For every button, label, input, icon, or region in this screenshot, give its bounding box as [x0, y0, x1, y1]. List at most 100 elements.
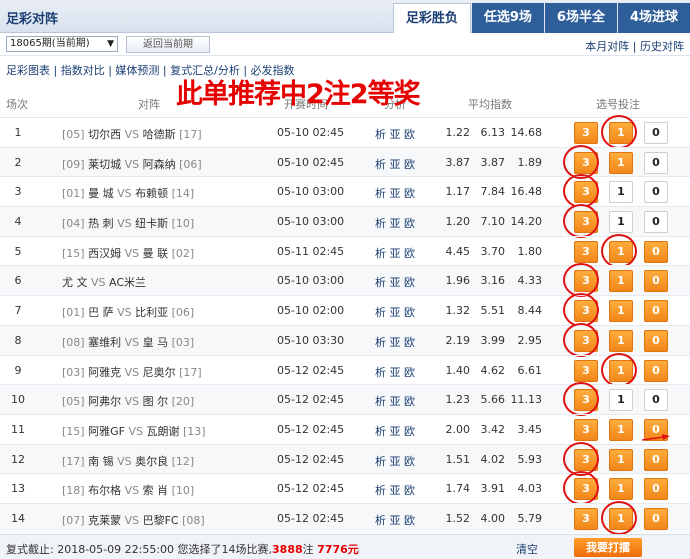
match-number: 2	[14, 155, 22, 169]
pick-loss-button[interactable]: 0	[644, 122, 668, 144]
subnav-chart-link[interactable]: 足彩图表	[6, 64, 50, 77]
pick-draw-button[interactable]: 1	[609, 151, 633, 174]
home-team[interactable]: 巴 萨	[88, 306, 114, 319]
analysis-links[interactable]: 析 亚 欧	[375, 156, 415, 172]
pick-loss-button[interactable]: 0	[644, 270, 668, 293]
home-team[interactable]: 塞维利	[88, 336, 121, 349]
pick-win-button[interactable]: 3	[574, 418, 598, 441]
analysis-links[interactable]: 析 亚 欧	[375, 245, 415, 261]
pick-loss-button[interactable]: 0	[644, 181, 668, 204]
pick-win-button[interactable]: 3	[574, 240, 598, 263]
match-teams: [15] 阿雅GF VS 瓦朗谢 [13]	[62, 423, 222, 439]
analysis-links[interactable]: 析 亚 欧	[375, 304, 415, 320]
subnav-odds-compare-link[interactable]: 指数对比	[61, 64, 105, 77]
buy-button[interactable]: 我要打擂	[574, 538, 642, 557]
subnav-media-forecast-link[interactable]: 媒体预测	[115, 64, 159, 77]
analysis-links[interactable]: 析 亚 欧	[375, 453, 415, 469]
analysis-links[interactable]: 析 亚 欧	[375, 185, 415, 201]
away-team[interactable]: 奥尔良	[135, 455, 168, 468]
away-team[interactable]: 布赖顿	[135, 187, 168, 200]
away-team[interactable]: 纽卡斯	[135, 217, 168, 230]
tab-6changbanquan[interactable]: 6场半全	[544, 3, 617, 33]
odds-win: 1.23	[445, 393, 471, 407]
pick-loss-button[interactable]: 0	[644, 448, 668, 471]
home-team[interactable]: 热 刺	[88, 217, 114, 230]
pick-draw-button[interactable]: 1	[609, 478, 633, 501]
month-matches-link[interactable]: 本月对阵	[585, 40, 629, 53]
pick-win-button[interactable]: 3	[574, 507, 598, 530]
analysis-links[interactable]: 析 亚 欧	[375, 512, 415, 528]
away-team[interactable]: 哈德斯	[143, 128, 176, 141]
pick-draw-button[interactable]: 1	[609, 300, 633, 323]
pick-draw-button[interactable]: 1	[609, 418, 633, 441]
pick-loss-button[interactable]: 0	[644, 240, 668, 263]
away-team[interactable]: 曼 联	[143, 247, 169, 260]
highlight-circle	[601, 115, 637, 149]
match-teams: [04] 热 刺 VS 纽卡斯 [10]	[62, 215, 222, 231]
away-team[interactable]: 巴黎FC	[143, 514, 179, 527]
pick-draw-button[interactable]: 1	[609, 389, 633, 412]
odds-draw: 7.10	[480, 215, 506, 229]
away-team[interactable]: AC米兰	[109, 276, 146, 289]
analysis-links[interactable]: 析 亚 欧	[375, 215, 415, 231]
home-team[interactable]: 阿雅克	[88, 366, 121, 379]
away-team[interactable]: 皇 马	[143, 336, 169, 349]
home-team[interactable]: 曼 城	[88, 187, 114, 200]
pick-win-button[interactable]: 3	[574, 122, 598, 144]
tab-4changjinqiu[interactable]: 4场进球	[617, 3, 690, 33]
table-row: 9 [03] 阿雅克 VS 尼奥尔 [17] 05-12 02:45 析 亚 欧…	[0, 352, 690, 387]
away-team[interactable]: 比利亚	[135, 306, 168, 319]
home-team[interactable]: 南 锡	[88, 455, 114, 468]
away-team[interactable]: 尼奥尔	[143, 366, 176, 379]
footer-bar: 复式截止: 2018-05-09 22:55:00 您选择了14场比赛,3888…	[0, 534, 690, 559]
history-matches-link[interactable]: 历史对阵	[640, 40, 684, 53]
back-to-current-button[interactable]: 返回当前期	[126, 36, 210, 53]
analysis-links[interactable]: 析 亚 欧	[375, 482, 415, 498]
away-team[interactable]: 索 肖	[143, 484, 169, 497]
odds-loss: 5.93	[517, 452, 543, 466]
analysis-links[interactable]: 析 亚 欧	[375, 393, 415, 409]
analysis-links[interactable]: 析 亚 欧	[375, 364, 415, 380]
pick-loss-button[interactable]: 0	[644, 359, 668, 382]
home-team[interactable]: 布尔格	[88, 484, 121, 497]
home-team[interactable]: 尤 文	[62, 276, 88, 289]
home-team[interactable]: 阿弗尔	[88, 395, 121, 408]
pick-loss-button[interactable]: 0	[644, 151, 668, 174]
home-team[interactable]: 阿雅GF	[88, 425, 125, 438]
pick-loss-button[interactable]: 0	[644, 329, 668, 352]
kickoff-time: 05-12 02:45	[277, 482, 345, 496]
home-team[interactable]: 切尔西	[88, 128, 121, 141]
analysis-links[interactable]: 析 亚 欧	[375, 274, 415, 290]
home-team[interactable]: 莱切城	[88, 158, 121, 171]
away-team[interactable]: 阿森纳	[143, 158, 176, 171]
pick-draw-button[interactable]: 1	[609, 181, 633, 204]
analysis-links[interactable]: 析 亚 欧	[375, 423, 415, 439]
away-team[interactable]: 瓦朗谢	[146, 425, 179, 438]
match-teams: [08] 塞维利 VS 皇 马 [03]	[62, 334, 222, 350]
odds-loss: 3.45	[517, 422, 543, 436]
pick-draw-button[interactable]: 1	[609, 270, 633, 293]
away-team[interactable]: 图 尔	[143, 395, 169, 408]
pick-draw-button[interactable]: 1	[609, 448, 633, 471]
analysis-links[interactable]: 析 亚 欧	[375, 126, 415, 142]
bet-unit: 注	[302, 543, 314, 556]
analysis-links[interactable]: 析 亚 欧	[375, 334, 415, 350]
home-team[interactable]: 克莱蒙	[88, 514, 121, 527]
period-select[interactable]: 18065期(当前期) ▼	[6, 36, 118, 52]
pick-loss-button[interactable]: 0	[644, 211, 668, 234]
tab-renxuan9[interactable]: 任选9场	[471, 3, 544, 33]
tab-sfc[interactable]: 足彩胜负	[392, 3, 471, 33]
pick-loss-button[interactable]: 0	[644, 389, 668, 412]
pick-loss-button[interactable]: 0	[644, 300, 668, 323]
match-teams: [17] 南 锡 VS 奥尔良 [12]	[62, 453, 222, 469]
home-rank: [03]	[62, 365, 85, 379]
kickoff-time: 05-12 02:45	[277, 511, 345, 525]
pick-draw-button[interactable]: 1	[609, 329, 633, 352]
pick-loss-button[interactable]: 0	[644, 507, 668, 530]
pick-loss-button[interactable]: 0	[644, 478, 668, 501]
match-number: 4	[14, 215, 22, 229]
pick-draw-button[interactable]: 1	[609, 211, 633, 234]
clear-button[interactable]: 清空	[516, 541, 538, 557]
pick-win-button[interactable]: 3	[574, 359, 598, 382]
home-team[interactable]: 西汉姆	[88, 247, 121, 260]
